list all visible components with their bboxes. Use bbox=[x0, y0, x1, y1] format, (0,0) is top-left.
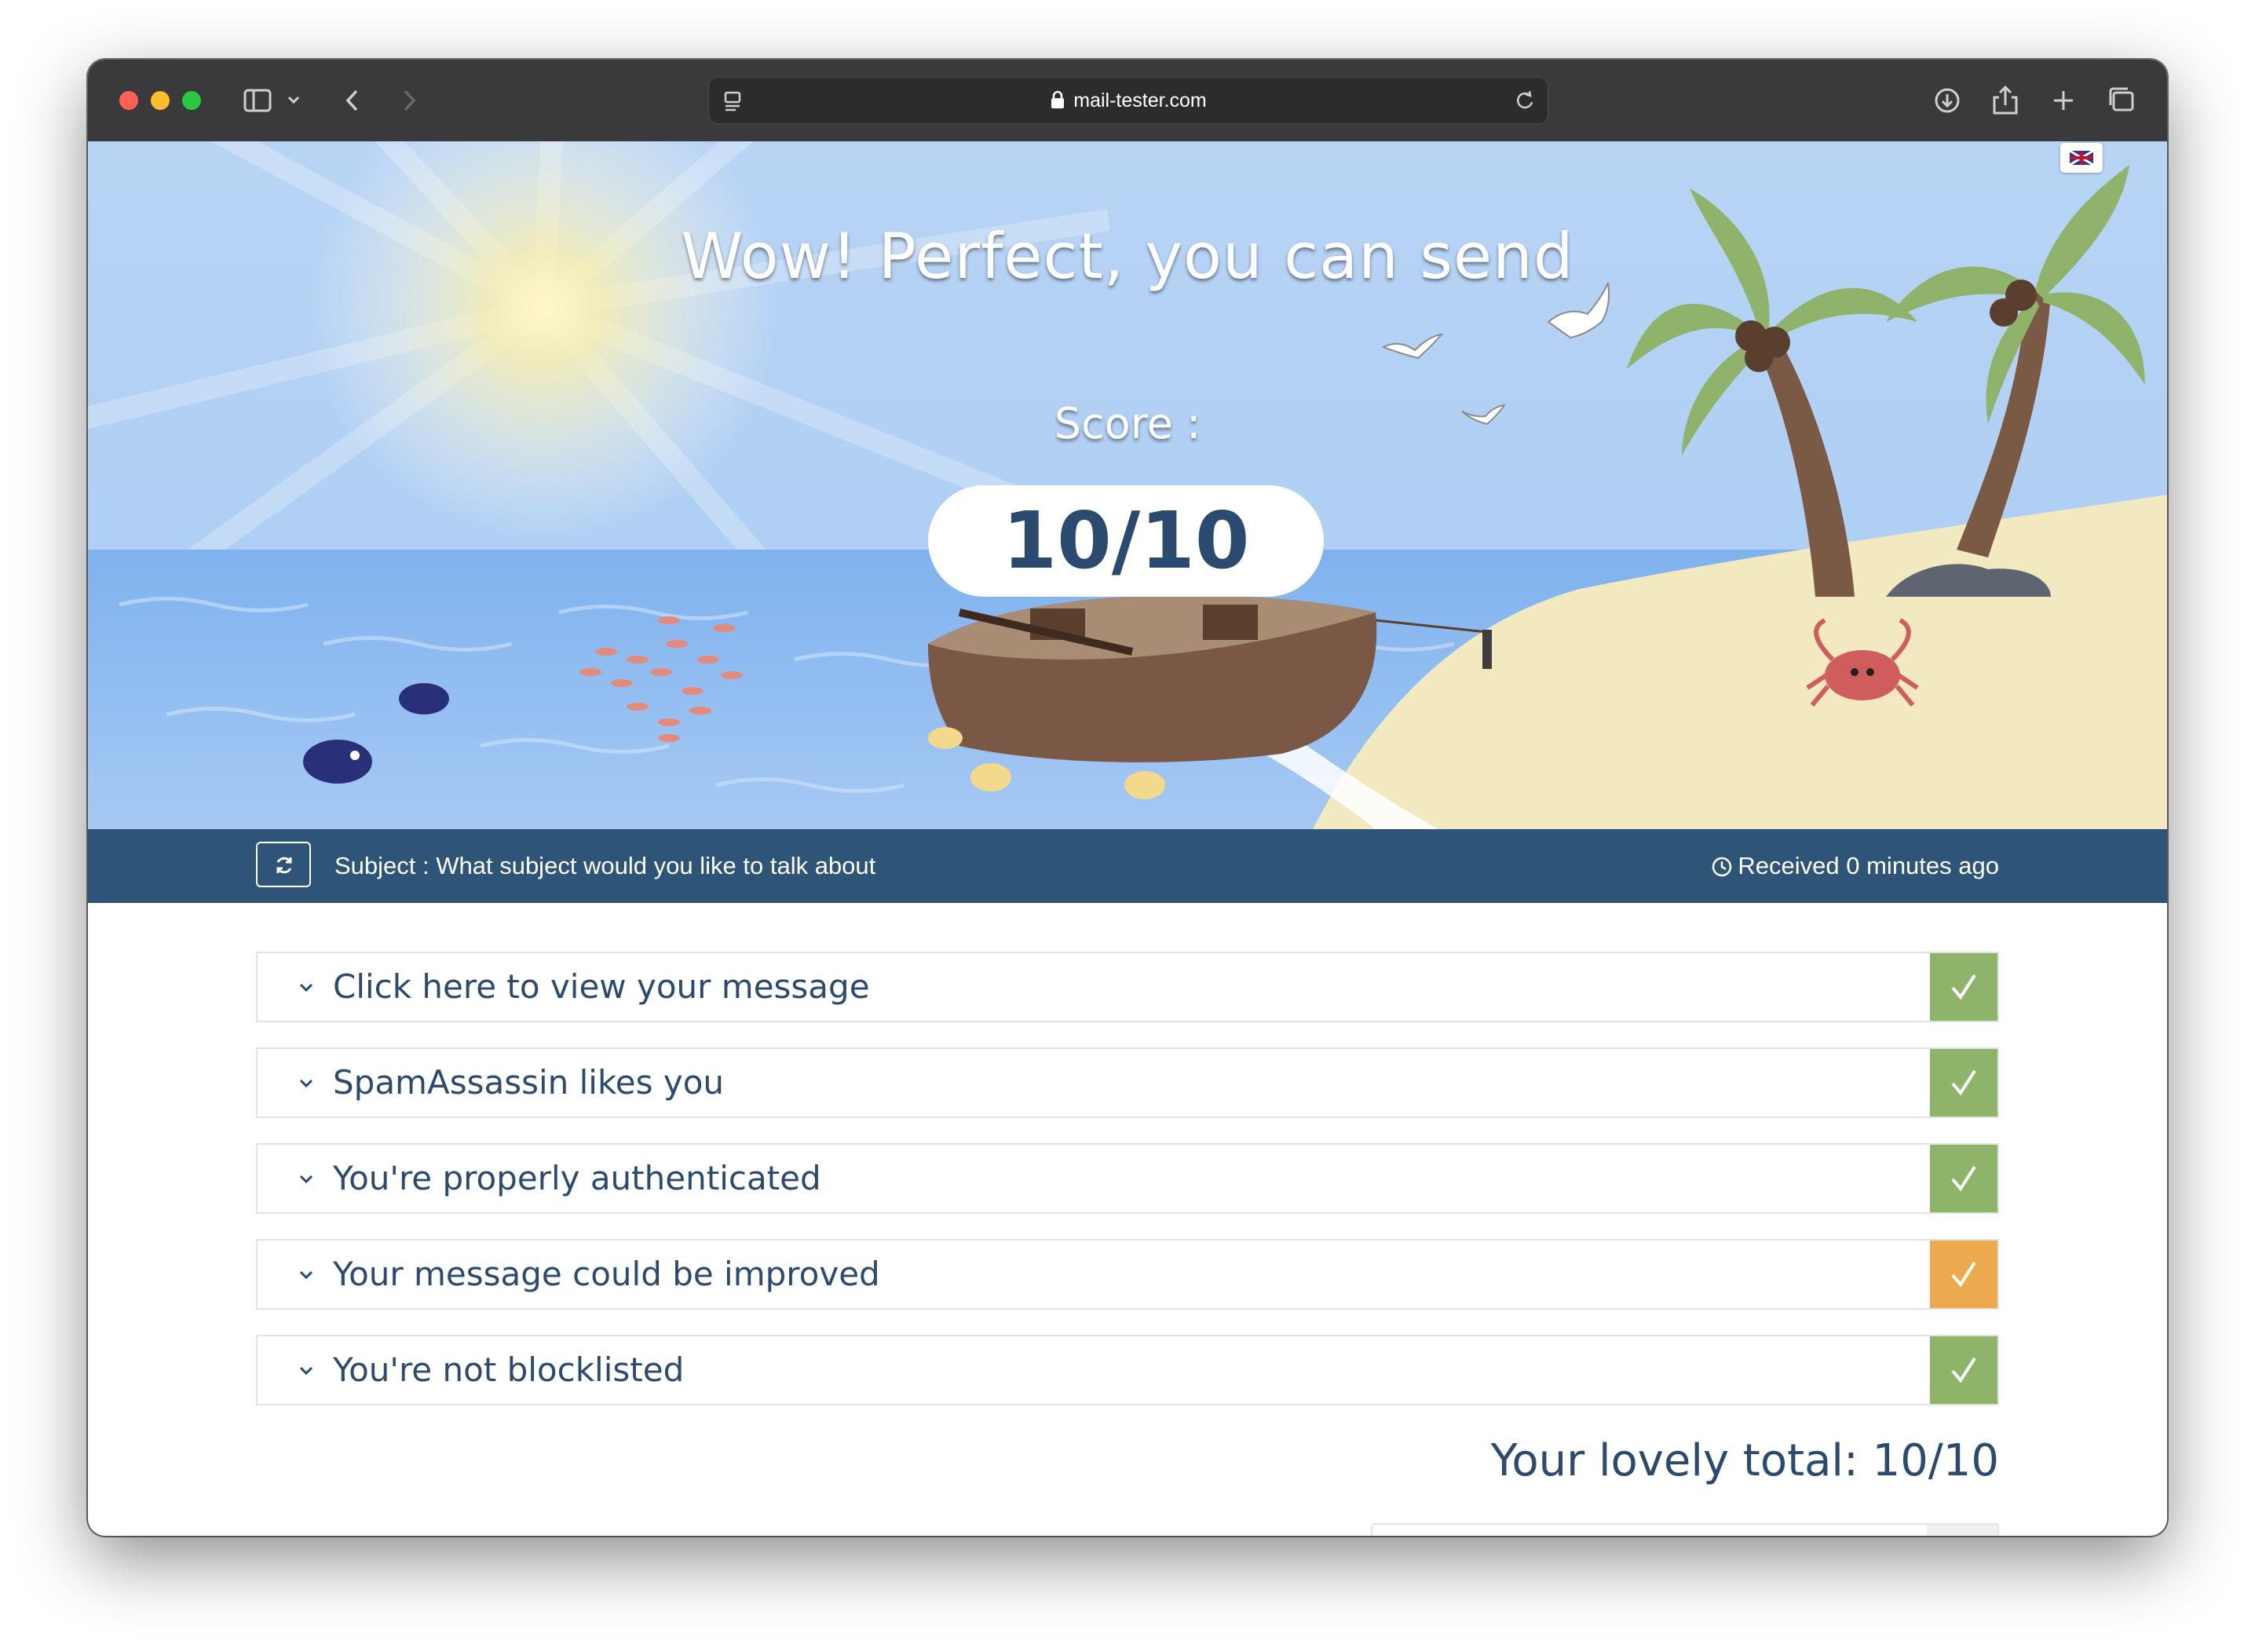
url-display: mail-tester.com bbox=[709, 78, 1548, 123]
refresh-icon bbox=[276, 857, 292, 874]
result-authentication[interactable]: You're properly authenticated bbox=[256, 1143, 1999, 1214]
share-link-addon[interactable] bbox=[1927, 1525, 1997, 1536]
chevron-down-icon[interactable] bbox=[276, 83, 311, 118]
back-icon[interactable] bbox=[336, 83, 371, 118]
total-score: Your lovely total: 10/10 bbox=[1490, 1435, 1999, 1486]
chevron-down-icon bbox=[299, 1079, 313, 1088]
checkmark-icon bbox=[1951, 1357, 1976, 1383]
close-window-button[interactable] bbox=[119, 91, 138, 110]
share-link-field[interactable] bbox=[1371, 1523, 1999, 1536]
address-bar[interactable]: mail-tester.com bbox=[708, 77, 1548, 124]
browser-window: mail-tester.com Wow! Perfect, you can se… bbox=[88, 60, 2167, 1536]
uk-flag-icon bbox=[2069, 149, 2094, 166]
result-label: You're not blocklisted bbox=[333, 1350, 685, 1389]
boat bbox=[928, 594, 1377, 762]
checkmark-icon bbox=[1951, 1069, 1976, 1096]
checkmark-icon bbox=[1951, 1165, 1976, 1192]
url-text: mail-tester.com bbox=[1073, 90, 1207, 111]
browser-toolbar: mail-tester.com bbox=[88, 60, 2167, 141]
result-message-improvement[interactable]: Your message could be improved bbox=[256, 1239, 1999, 1310]
result-spamassassin[interactable]: SpamAssassin likes you bbox=[256, 1047, 1999, 1118]
result-label: Click here to view your message bbox=[333, 967, 870, 1006]
chevron-down-icon bbox=[299, 1175, 313, 1184]
result-label: You're properly authenticated bbox=[333, 1159, 821, 1197]
chevron-down-icon bbox=[299, 1366, 313, 1376]
hero-title: Wow! Perfect, you can send bbox=[681, 220, 1574, 293]
minimize-window-button[interactable] bbox=[151, 91, 170, 110]
result-blocklist[interactable]: You're not blocklisted bbox=[256, 1335, 1999, 1405]
status-badge bbox=[1930, 1049, 1997, 1117]
forward-icon[interactable] bbox=[391, 83, 426, 118]
score-value: 10/10 bbox=[928, 485, 1324, 597]
checkmark-icon bbox=[1951, 1261, 1976, 1288]
refresh-button[interactable] bbox=[256, 842, 311, 887]
chevron-down-icon bbox=[299, 1270, 313, 1280]
reload-icon[interactable] bbox=[1513, 89, 1537, 112]
result-label: Your message could be improved bbox=[333, 1255, 880, 1293]
sidebar-icon[interactable] bbox=[240, 83, 275, 118]
new-tab-icon[interactable] bbox=[2046, 83, 2081, 118]
result-view-message[interactable]: Click here to view your message bbox=[256, 952, 1999, 1022]
status-badge bbox=[1930, 953, 1997, 1021]
result-label: SpamAssassin likes you bbox=[333, 1063, 725, 1102]
status-badge bbox=[1930, 1145, 1997, 1212]
chevron-down-icon bbox=[299, 983, 313, 992]
hero-banner: Wow! Perfect, you can send Score : 10/10 bbox=[88, 141, 2167, 829]
share-icon[interactable] bbox=[1988, 83, 2023, 118]
email-subject: Subject : What subject would you like to… bbox=[334, 852, 876, 879]
checkmark-icon bbox=[1951, 974, 1976, 1000]
score-label: Score : bbox=[1054, 399, 1201, 448]
status-badge bbox=[1930, 1241, 1997, 1308]
mooring-post bbox=[1482, 630, 1492, 669]
zoom-window-button[interactable] bbox=[182, 91, 201, 110]
received-text: Received 0 minutes ago bbox=[1738, 852, 1999, 879]
received-time: Received 0 minutes ago bbox=[1711, 829, 1999, 903]
tab-overview-icon[interactable] bbox=[2104, 83, 2139, 118]
status-badge bbox=[1930, 1336, 1997, 1404]
clock-icon bbox=[1712, 857, 1732, 877]
lock-icon bbox=[1051, 90, 1065, 108]
subject-bar: Subject : What subject would you like to… bbox=[88, 829, 2167, 903]
language-selector[interactable] bbox=[2060, 143, 2103, 173]
download-icon[interactable] bbox=[1930, 83, 1964, 118]
